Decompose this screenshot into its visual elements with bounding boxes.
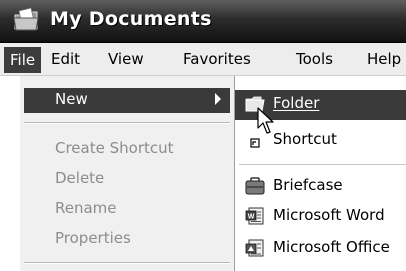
submenu-word-label: Microsoft Word: [273, 206, 385, 224]
submenu-arrow-icon: [215, 93, 221, 105]
file-menu-delete[interactable]: Delete: [55, 169, 104, 187]
title-bar: My Documents: [0, 0, 406, 43]
menu-help[interactable]: Help: [367, 48, 401, 70]
window-title: My Documents: [50, 8, 212, 30]
svg-text:W: W: [248, 214, 255, 221]
mouse-pointer-icon: [257, 107, 274, 134]
documents-folder-icon: [13, 7, 39, 31]
submenu-folder-label: Folder: [273, 94, 320, 112]
menu-tools[interactable]: Tools: [296, 48, 333, 70]
word-document-icon: W: [245, 207, 264, 225]
menu-view[interactable]: View: [108, 48, 144, 70]
submenu-word[interactable]: W Microsoft Word: [235, 202, 406, 232]
menu-separator: [24, 122, 230, 124]
submenu-office[interactable]: Microsoft Office: [235, 234, 406, 264]
file-menu-rename[interactable]: Rename: [55, 199, 117, 217]
file-menu-properties[interactable]: Properties: [55, 229, 131, 247]
menu-bar: File Edit View Favorites Tools Help: [0, 43, 406, 76]
file-menu-new[interactable]: New: [24, 88, 230, 113]
menu-separator: [24, 262, 230, 264]
briefcase-icon: [245, 177, 265, 195]
file-menu-new-label: New: [55, 90, 88, 108]
file-menu-create-shortcut[interactable]: Create Shortcut: [55, 139, 174, 157]
menu-file[interactable]: File: [4, 47, 42, 73]
file-menu-dropdown: New Create Shortcut Delete Rename Proper…: [20, 76, 235, 271]
submenu-briefcase-label: Briefcase: [273, 176, 343, 194]
menu-edit[interactable]: Edit: [51, 48, 80, 70]
menu-separator: [239, 164, 406, 165]
submenu-shortcut-label: Shortcut: [273, 130, 337, 148]
office-document-icon: [245, 239, 264, 257]
submenu-briefcase[interactable]: Briefcase: [235, 172, 406, 202]
menu-favorites[interactable]: Favorites: [183, 48, 251, 70]
submenu-office-label: Microsoft Office: [273, 238, 390, 256]
